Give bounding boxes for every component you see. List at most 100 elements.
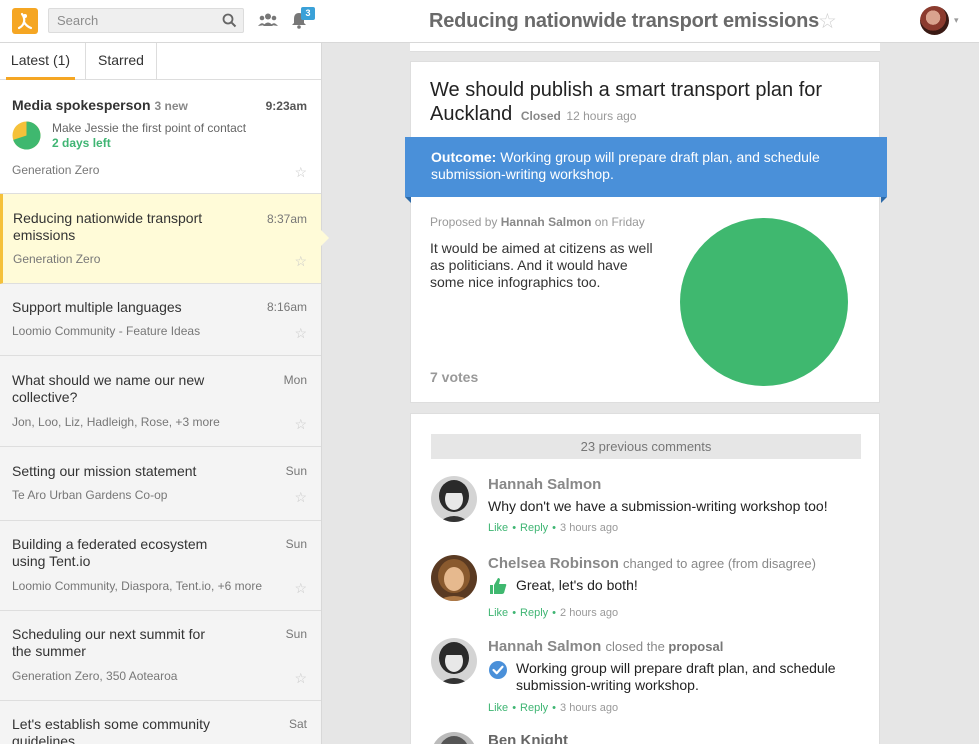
reply-link[interactable]: Reply bbox=[520, 702, 548, 714]
discussion-item-media-spokesperson[interactable]: Media spokesperson 3 new 9:23am Make Jess… bbox=[0, 80, 321, 194]
like-link[interactable]: Like bbox=[488, 522, 508, 534]
votes-count[interactable]: 7 votes bbox=[430, 369, 478, 385]
star-icon[interactable]: ☆ bbox=[294, 325, 307, 342]
star-icon[interactable]: ☆ bbox=[294, 580, 307, 597]
outcome-banner: Outcome: Working group will prepare draf… bbox=[405, 137, 887, 197]
comment-meta: Like • Reply • 2 hours ago bbox=[488, 607, 618, 619]
discussion-group: Loomio Community, Diaspora, Tent.io, +6 … bbox=[12, 579, 263, 593]
author-name[interactable]: Hannah Salmon bbox=[488, 638, 601, 655]
tab-latest[interactable]: Latest (1) bbox=[6, 43, 75, 80]
like-link[interactable]: Like bbox=[488, 607, 508, 619]
proposed-prefix: Proposed by bbox=[430, 215, 498, 229]
discussion-title: Let's establish some community guideline… bbox=[12, 716, 210, 744]
thumbs-up-icon bbox=[490, 578, 507, 594]
comment-item: Ben Knight bbox=[431, 732, 861, 744]
comment-item: Hannah Salmon Why don't we have a submis… bbox=[431, 476, 861, 536]
page-title: Reducing nationwide transport emissions bbox=[429, 10, 820, 32]
discussion-time: 8:16am bbox=[266, 300, 307, 314]
discussion-title: Media spokesperson 3 new bbox=[12, 97, 227, 115]
star-icon[interactable]: ☆ bbox=[294, 253, 307, 270]
avatar[interactable] bbox=[431, 732, 477, 744]
outcome-label: Outcome: bbox=[431, 149, 497, 165]
discussion-group: Generation Zero, 350 Aotearoa bbox=[12, 669, 178, 683]
top-bar: 3 Reducing nationwide transport emission… bbox=[0, 0, 979, 43]
author-name[interactable]: Ben Knight bbox=[488, 732, 568, 744]
star-icon[interactable]: ☆ bbox=[294, 164, 307, 181]
discussion-group: Generation Zero bbox=[12, 163, 100, 177]
discussion-time: Sun bbox=[285, 464, 307, 478]
avatar[interactable] bbox=[431, 638, 477, 684]
discussion-time: Sun bbox=[285, 537, 307, 551]
avatar[interactable] bbox=[431, 555, 477, 601]
comment-meta: Like • Reply • 3 hours ago bbox=[488, 522, 618, 534]
proposer-name[interactable]: Hannah Salmon bbox=[501, 215, 592, 229]
reply-link[interactable]: Reply bbox=[520, 607, 548, 619]
separator-dot: • bbox=[552, 522, 557, 534]
previous-comments-button[interactable]: 23 previous comments bbox=[431, 434, 861, 459]
discussion-item-summit[interactable]: Scheduling our next summit for the summe… bbox=[0, 611, 321, 701]
groups-icon[interactable] bbox=[258, 12, 278, 28]
closed-time: 12 hours ago bbox=[566, 109, 637, 123]
user-avatar[interactable] bbox=[920, 6, 949, 35]
proposal-title: We should publish a smart transport plan… bbox=[430, 78, 850, 128]
sidebar: Latest (1) Starred Media spokesperson 3 n… bbox=[0, 43, 322, 744]
discussion-group: Generation Zero bbox=[13, 252, 101, 266]
sidebar-tabs: Latest (1) Starred bbox=[0, 43, 321, 80]
discussion-title: Setting our mission statement bbox=[12, 463, 197, 479]
search-icon[interactable] bbox=[222, 13, 237, 28]
discussion-group: Te Aro Urban Gardens Co-op bbox=[12, 488, 168, 502]
search-box bbox=[48, 8, 244, 33]
discussion-time: 9:23am bbox=[265, 99, 307, 113]
discussion-title: Support multiple languages bbox=[12, 299, 182, 315]
separator-dot: • bbox=[512, 702, 517, 714]
logo-mark bbox=[17, 12, 33, 30]
days-left: 2 days left bbox=[52, 136, 111, 150]
tab-starred[interactable]: Starred bbox=[85, 43, 157, 80]
comment-body: Great, let's do both! bbox=[516, 577, 638, 593]
star-icon[interactable]: ☆ bbox=[294, 416, 307, 433]
comment-meta: Like • Reply • 3 hours ago bbox=[488, 702, 618, 714]
proposal-preview: Make Jessie the first point of contact bbox=[52, 121, 247, 135]
comment-item: Hannah Salmon closed the proposal Workin… bbox=[431, 638, 861, 718]
check-circle-icon bbox=[489, 661, 507, 679]
chevron-down-icon[interactable]: ▾ bbox=[954, 15, 959, 26]
discussion-time: 8:37am bbox=[266, 212, 307, 226]
discussion-item-collective-name[interactable]: What should we name our new collective? … bbox=[0, 356, 321, 447]
separator-dot: • bbox=[552, 607, 557, 619]
star-icon[interactable]: ☆ bbox=[818, 9, 837, 34]
separator-dot: • bbox=[512, 607, 517, 619]
avatar[interactable] bbox=[431, 476, 477, 522]
proposal-link[interactable]: proposal bbox=[668, 639, 723, 654]
comment-time: 3 hours ago bbox=[560, 522, 619, 534]
banner-fold-right bbox=[881, 197, 887, 203]
discussion-item-mission-statement[interactable]: Setting our mission statement Sun Te Aro… bbox=[0, 447, 321, 521]
discussion-time: Sat bbox=[288, 717, 307, 731]
star-icon[interactable]: ☆ bbox=[294, 670, 307, 687]
discussion-title: What should we name our new collective? bbox=[12, 372, 205, 405]
vote-pie-chart[interactable] bbox=[679, 217, 849, 387]
comments-card: 23 previous comments Hannah Salmon Why d… bbox=[410, 413, 880, 744]
discussion-item-federated-ecosystem[interactable]: Building a federated ecosystem using Ten… bbox=[0, 521, 321, 611]
author-name[interactable]: Chelsea Robinson bbox=[488, 555, 619, 572]
discussion-title: Building a federated ecosystem using Ten… bbox=[12, 536, 208, 569]
discussion-item-transport-emissions[interactable]: Reducing nationwide transport emissions … bbox=[0, 194, 321, 284]
discussion-title: Scheduling our next summit for the summe… bbox=[12, 626, 205, 659]
loomio-logo[interactable] bbox=[12, 8, 38, 34]
author-name[interactable]: Hannah Salmon bbox=[488, 476, 601, 493]
separator-dot: • bbox=[512, 522, 517, 534]
proposed-suffix: on Friday bbox=[594, 215, 645, 229]
separator-dot: • bbox=[552, 702, 557, 714]
action-text: closed the bbox=[605, 639, 665, 654]
discussion-item-languages[interactable]: Support multiple languages 8:16am Loomio… bbox=[0, 284, 321, 356]
star-icon[interactable]: ☆ bbox=[294, 489, 307, 506]
reply-link[interactable]: Reply bbox=[520, 522, 548, 534]
comment-body: Working group will prepare draft plan, a… bbox=[516, 660, 836, 693]
like-link[interactable]: Like bbox=[488, 702, 508, 714]
proposal-description: It would be aimed at citizens as well as… bbox=[430, 240, 653, 290]
discussion-time: Sun bbox=[285, 627, 307, 641]
new-count-badge: 3 new bbox=[154, 99, 188, 113]
banner-fold-left bbox=[405, 197, 411, 203]
search-input[interactable] bbox=[49, 9, 219, 32]
discussion-item-guidelines[interactable]: Let's establish some community guideline… bbox=[0, 701, 321, 744]
comment-author: Chelsea Robinson changed to agree (from … bbox=[488, 555, 816, 572]
